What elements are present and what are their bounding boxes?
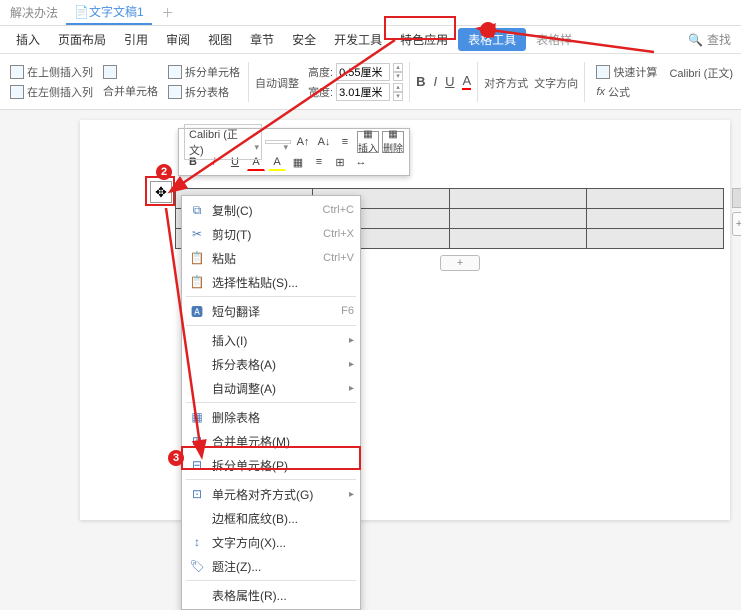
shrink-font-icon[interactable]: A↓ xyxy=(315,133,333,151)
ctx-border-shading[interactable]: 边框和底纹(B)... xyxy=(182,506,360,530)
merge-cells-label[interactable]: 合并单元格 xyxy=(101,82,160,100)
ctx-merge-cells[interactable]: ⊞合并单元格(M) xyxy=(182,429,360,453)
row-height-input[interactable] xyxy=(336,63,390,81)
doc-tab-1[interactable]: 解决办法 xyxy=(2,1,66,25)
mini-highlight[interactable]: A xyxy=(268,153,286,171)
search-icon[interactable]: 🔍 xyxy=(688,33,703,47)
width-label: 宽度: xyxy=(308,84,333,100)
grow-font-icon[interactable]: A↑ xyxy=(294,133,312,151)
ctx-autofit[interactable]: 自动调整(A)▸ xyxy=(182,376,360,400)
autofit-button[interactable]: 自动调整 xyxy=(255,73,299,91)
ctx-paste-special[interactable]: 📋选择性粘贴(S)... xyxy=(182,270,360,294)
calibri-dropdown[interactable]: Calibri (正文) xyxy=(669,63,733,101)
underline-button[interactable]: U xyxy=(445,74,454,89)
cut-icon: ✂ xyxy=(188,225,206,243)
width-stepper[interactable]: ▴▾ xyxy=(393,83,403,101)
mini-borders[interactable]: ▦ xyxy=(289,153,307,171)
mini-font-select[interactable]: Calibri (正文) xyxy=(184,124,262,160)
align-icon: ⊡ xyxy=(188,485,206,503)
caption-icon: 🏷 xyxy=(188,557,206,575)
height-label: 高度: xyxy=(308,64,333,80)
align-button[interactable]: 对齐方式 xyxy=(484,73,528,91)
menu-chapter[interactable]: 章节 xyxy=(242,28,282,51)
ctx-split-cell[interactable]: ⊟拆分单元格(P)... xyxy=(182,453,360,477)
col-width-input[interactable] xyxy=(336,83,390,101)
menu-layout[interactable]: 页面布局 xyxy=(50,28,114,51)
menu-dev[interactable]: 开发工具 xyxy=(326,28,390,51)
paste-special-icon: 📋 xyxy=(188,273,206,291)
text-dir-button[interactable]: 文字方向 xyxy=(534,73,578,91)
mini-autofit[interactable]: ↔ xyxy=(352,153,370,171)
menu-review[interactable]: 审阅 xyxy=(158,28,198,51)
ctx-insert[interactable]: 插入(I)▸ xyxy=(182,328,360,352)
col-resize-marker[interactable] xyxy=(732,188,741,208)
bullet-icon[interactable]: ≡ xyxy=(336,133,354,151)
fast-calc[interactable]: 快速计算 xyxy=(594,63,659,81)
table-move-handle[interactable]: ✥ xyxy=(150,181,172,203)
delete-table-icon: ▦ xyxy=(188,408,206,426)
insert-row-above[interactable]: 在上侧插入列 xyxy=(8,63,95,81)
new-tab-button[interactable]: ＋ xyxy=(152,1,182,25)
mini-align[interactable]: ≡ xyxy=(310,153,328,171)
formula[interactable]: fx 公式 xyxy=(594,83,659,101)
menu-view[interactable]: 视图 xyxy=(200,28,240,51)
context-menu: ⧉复制(C)Ctrl+C ✂剪切(T)Ctrl+X 📋粘贴Ctrl+V 📋选择性… xyxy=(181,195,361,610)
ctx-table-props[interactable]: 表格属性(R)... xyxy=(182,583,360,607)
ctx-translate[interactable]: 🅰短句翻译F6 xyxy=(182,299,360,323)
search-label[interactable]: 查找 xyxy=(707,31,731,48)
translate-icon: 🅰 xyxy=(188,302,206,320)
ctx-cut[interactable]: ✂剪切(T)Ctrl+X xyxy=(182,222,360,246)
mini-delete-button[interactable]: ▦删除 xyxy=(382,131,404,153)
text-dir-icon: ↕ xyxy=(188,533,206,551)
ctx-split-table[interactable]: 拆分表格(A)▸ xyxy=(182,352,360,376)
menu-ref[interactable]: 引用 xyxy=(116,28,156,51)
font-color-button[interactable]: A xyxy=(462,73,471,90)
add-col-button[interactable]: + xyxy=(732,212,741,236)
merge-icon: ⊞ xyxy=(188,432,206,450)
height-stepper[interactable]: ▴▾ xyxy=(393,63,403,81)
document-page xyxy=(80,120,730,520)
italic-button[interactable]: I xyxy=(433,74,437,89)
ctx-paste[interactable]: 📋粘贴Ctrl+V xyxy=(182,246,360,270)
add-row-button[interactable]: + xyxy=(440,255,480,271)
ctx-text-dir[interactable]: ↕文字方向(X)... xyxy=(182,530,360,554)
ctx-copy[interactable]: ⧉复制(C)Ctrl+C xyxy=(182,198,360,222)
ctx-cell-align[interactable]: ⊡单元格对齐方式(G)▸ xyxy=(182,482,360,506)
copy-icon: ⧉ xyxy=(188,201,206,219)
mini-toolbar: Calibri (正文) A↑ A↓ ≡ ▦插入 ▦删除 B I U A A ▦… xyxy=(178,128,410,176)
menu-table-style[interactable]: 表格样 xyxy=(528,28,580,51)
bold-button[interactable]: B xyxy=(416,74,425,89)
split-table[interactable]: 拆分表格 xyxy=(166,83,242,101)
merge-cells[interactable] xyxy=(101,64,160,80)
menu-insert[interactable]: 插入 xyxy=(8,28,48,51)
menu-safe[interactable]: 安全 xyxy=(284,28,324,51)
menu-special[interactable]: 特色应用 xyxy=(392,28,456,51)
ctx-delete-table[interactable]: ▦删除表格 xyxy=(182,405,360,429)
mini-size-select[interactable] xyxy=(265,140,291,144)
split-cell[interactable]: 拆分单元格 xyxy=(166,63,242,81)
mini-insert-button[interactable]: ▦插入 xyxy=(357,131,379,153)
ctx-caption[interactable]: 🏷题注(Z)... xyxy=(182,554,360,578)
menu-table-tool[interactable]: 表格工具 xyxy=(458,28,526,51)
paste-icon: 📋 xyxy=(188,249,206,267)
mini-merge[interactable]: ⊞ xyxy=(331,153,349,171)
insert-col-left[interactable]: 在左侧插入列 xyxy=(8,83,95,101)
split-icon: ⊟ xyxy=(188,456,206,474)
doc-tab-2[interactable]: 📄 文字文稿1 xyxy=(66,1,152,25)
